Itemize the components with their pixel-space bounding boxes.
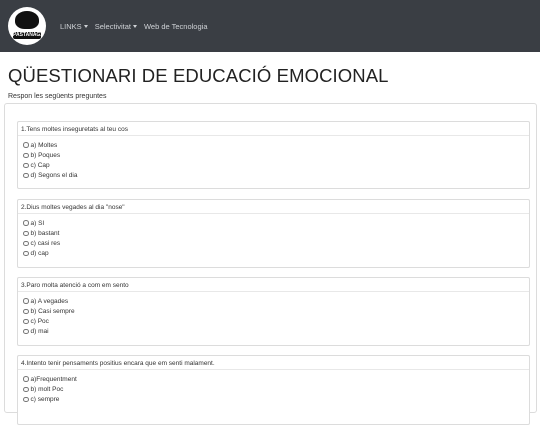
option-radio[interactable]: b) molt Poc [23,384,77,394]
divider [18,135,529,136]
question-title: 3.Paro molta atenció a com em sento [21,282,129,289]
radio-icon[interactable] [23,308,29,315]
option-radio[interactable]: c) casi res [23,238,60,248]
option-radio[interactable]: d) cap [23,249,60,259]
radio-icon[interactable] [23,230,29,237]
option-radio[interactable]: b) Poques [23,150,77,160]
question-title: 1.Tens moltes inseguretats al teu cos [21,126,128,133]
option-radio[interactable]: a) SI [23,218,60,228]
page-title: QÜESTIONARI DE EDUCACIÓ EMOCIONAL [8,65,389,86]
radio-icon[interactable] [23,376,29,382]
logo-text: PASTANAGA [13,32,44,39]
nav-link-selectivitat[interactable]: Selectivitat [95,22,137,31]
question-card-1: 1.Tens moltes inseguretats al teu cos a)… [17,121,530,189]
question-title: 4.Intento tenir pensaments positius enca… [21,360,215,367]
question-card-4: 4.Intento tenir pensaments positius enca… [17,355,530,425]
top-navbar: PASTANAGA LINKS Selectivitat Web de Tecn… [0,0,540,52]
questionnaire-panel: 1.Tens moltes inseguretats al teu cos a)… [4,103,537,425]
radio-icon[interactable] [23,152,29,159]
caret-down-icon [83,24,88,28]
site-logo[interactable]: PASTANAGA [8,7,46,45]
radio-icon[interactable] [23,250,29,257]
question-title: 2.Dius moltes vegades al dia "nose" [21,204,125,211]
option-radio[interactable]: c) sempre [23,394,77,404]
caret-down-icon [132,24,137,28]
radio-icon[interactable] [23,220,29,226]
radio-icon[interactable] [23,328,29,335]
radio-icon[interactable] [23,240,29,247]
options-group: a) A vegades b) Casi sempre c) Poc d) ma… [23,296,75,337]
option-radio[interactable]: b) Casi sempre [23,306,75,316]
page-subtitle: Respon les següents preguntes [8,93,107,100]
option-radio[interactable]: b) bastant [23,228,60,238]
options-group: a)Frequentment b) molt Poc c) sempre [23,374,77,405]
option-radio[interactable]: a)Frequentment [23,374,77,384]
question-card-2: 2.Dius moltes vegades al dia "nose" a) S… [17,199,530,268]
radio-icon[interactable] [23,386,29,393]
options-group: a) Moltes b) Poques c) Cap d) Segons el … [23,140,77,181]
radio-icon[interactable] [23,172,29,179]
question-card-3: 3.Paro molta atenció a com em sento a) A… [17,277,530,346]
radio-icon[interactable] [23,318,29,325]
option-radio[interactable]: a) Moltes [23,140,77,150]
options-group: a) SI b) bastant c) casi res d) cap [23,218,60,259]
divider [18,213,529,214]
divider [18,369,529,370]
option-radio[interactable]: a) A vegades [23,296,75,306]
nav-link-web-tecnologia[interactable]: Web de Tecnologia [144,22,208,31]
radio-icon[interactable] [23,142,29,148]
tree-icon [15,11,39,29]
divider [18,291,529,292]
radio-icon[interactable] [23,396,29,403]
radio-icon[interactable] [23,162,29,169]
radio-icon[interactable] [23,298,29,304]
option-radio[interactable]: d) Segons el dia [23,171,77,181]
nav-links: LINKS Selectivitat Web de Tecnologia [60,22,208,31]
option-radio[interactable]: d) mai [23,327,75,337]
option-radio[interactable]: c) Cap [23,160,77,170]
nav-link-links[interactable]: LINKS [60,22,88,31]
option-radio[interactable]: c) Poc [23,316,75,326]
